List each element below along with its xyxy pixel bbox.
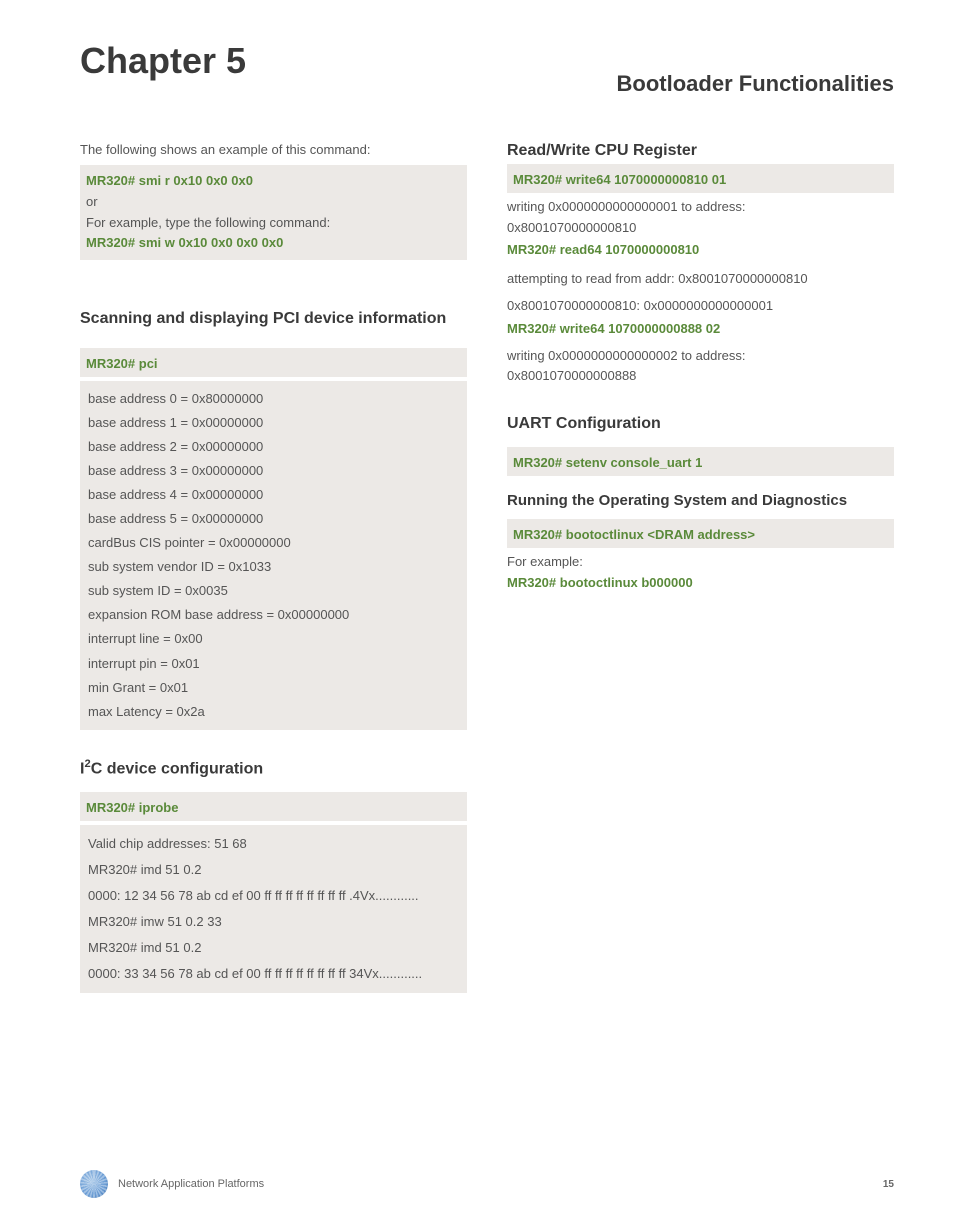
pci-line: base address 5 = 0x00000000 — [88, 507, 459, 531]
i2c-line: MR320# imw 51 0.2 33 — [88, 909, 459, 935]
i2c-output-block: Valid chip addresses: 51 68 MR320# imd 5… — [80, 825, 467, 993]
pci-line: base address 2 = 0x00000000 — [88, 435, 459, 459]
right-column: Read/Write CPU Register MR320# write64 1… — [507, 142, 894, 993]
rw-cpu-heading: Read/Write CPU Register — [507, 142, 894, 160]
uart-cmd-block: MR320# setenv console_uart 1 — [507, 447, 894, 476]
chapter-title: Chapter 5 — [80, 40, 246, 82]
pci-cmd-block: MR320# pci — [80, 348, 467, 377]
i2c-line: 0000: 33 34 56 78 ab cd ef 00 ff ff ff f… — [88, 961, 459, 987]
write64-cmd1: MR320# write64 1070000000810 01 — [513, 170, 886, 191]
pci-scan-heading: Scanning and displaying PCI device infor… — [80, 310, 467, 328]
i2c-line: MR320# imd 51 0.2 — [88, 935, 459, 961]
page-footer: Network Application Platforms 15 — [80, 1170, 894, 1198]
or-text: or — [86, 192, 459, 213]
pci-line: base address 0 = 0x80000000 — [88, 387, 459, 411]
pci-line: base address 4 = 0x00000000 — [88, 483, 459, 507]
pci-output-block: base address 0 = 0x80000000 base address… — [80, 381, 467, 730]
iprobe-cmd: MR320# iprobe — [86, 798, 459, 819]
footer-text: Network Application Platforms — [118, 1178, 264, 1190]
iprobe-cmd-block: MR320# iprobe — [80, 792, 467, 821]
brand-logo-icon — [80, 1170, 108, 1198]
read64-cmd: MR320# read64 1070000000810 — [507, 240, 894, 261]
pci-line: sub system ID = 0x0035 — [88, 579, 459, 603]
smi-command-block: MR320# smi r 0x10 0x0 0x0 or For example… — [80, 165, 467, 260]
intro-text: The following shows an example of this c… — [80, 142, 467, 157]
uart-heading: UART Configuration — [507, 415, 894, 433]
write64-cmd2: MR320# write64 1070000000888 02 — [507, 319, 894, 340]
for-example-text: For example, type the following command: — [86, 213, 459, 234]
write64-cmd1-block: MR320# write64 1070000000810 01 — [507, 164, 894, 193]
pci-cmd: MR320# pci — [86, 354, 459, 375]
i2c-line: 0000: 12 34 56 78 ab cd ef 00 ff ff ff f… — [88, 883, 459, 909]
pci-line: max Latency = 0x2a — [88, 700, 459, 724]
rw-output-line: writing 0x0000000000000001 to address: — [507, 197, 894, 218]
bootoctlinux-cmd-block: MR320# bootoctlinux <DRAM address> — [507, 519, 894, 548]
rw-output-line: 0x8001070000000888 — [507, 366, 894, 387]
rw-output-line: attempting to read from addr: 0x80010700… — [507, 269, 894, 290]
pci-line: base address 1 = 0x00000000 — [88, 411, 459, 435]
i2c-heading-post: C device configuration — [91, 760, 263, 777]
pci-line: cardBus CIS pointer = 0x00000000 — [88, 531, 459, 555]
i2c-heading: I2C device configuration — [80, 758, 467, 778]
pci-line: interrupt pin = 0x01 — [88, 652, 459, 676]
pci-line: sub system vendor ID = 0x1033 — [88, 555, 459, 579]
left-column: The following shows an example of this c… — [80, 142, 467, 993]
smi-read-cmd: MR320# smi r 0x10 0x0 0x0 — [86, 171, 459, 192]
uart-cmd: MR320# setenv console_uart 1 — [513, 453, 886, 474]
pci-line: expansion ROM base address = 0x00000000 — [88, 603, 459, 627]
pci-line: base address 3 = 0x00000000 — [88, 459, 459, 483]
rw-output-line: writing 0x0000000000000002 to address: — [507, 346, 894, 367]
page-header: Chapter 5 Bootloader Functionalities — [80, 40, 894, 82]
page-number: 15 — [883, 1179, 894, 1190]
bootoctlinux-cmd: MR320# bootoctlinux <DRAM address> — [513, 525, 886, 546]
run-os-heading: Running the Operating System and Diagnos… — [507, 492, 894, 509]
content-columns: The following shows an example of this c… — [80, 142, 894, 993]
pci-line: interrupt line = 0x00 — [88, 627, 459, 651]
rw-output-line: 0x8001070000000810: 0x0000000000000001 — [507, 296, 894, 317]
i2c-line: MR320# imd 51 0.2 — [88, 857, 459, 883]
footer-left: Network Application Platforms — [80, 1170, 264, 1198]
chapter-subtitle: Bootloader Functionalities — [617, 71, 894, 97]
i2c-line: Valid chip addresses: 51 68 — [88, 831, 459, 857]
bootoctlinux-example-cmd: MR320# bootoctlinux b000000 — [507, 573, 894, 594]
rw-output-line: 0x8001070000000810 — [507, 218, 894, 239]
pci-line: min Grant = 0x01 — [88, 676, 459, 700]
for-example-text: For example: — [507, 552, 894, 573]
smi-write-cmd: MR320# smi w 0x10 0x0 0x0 0x0 — [86, 233, 459, 254]
